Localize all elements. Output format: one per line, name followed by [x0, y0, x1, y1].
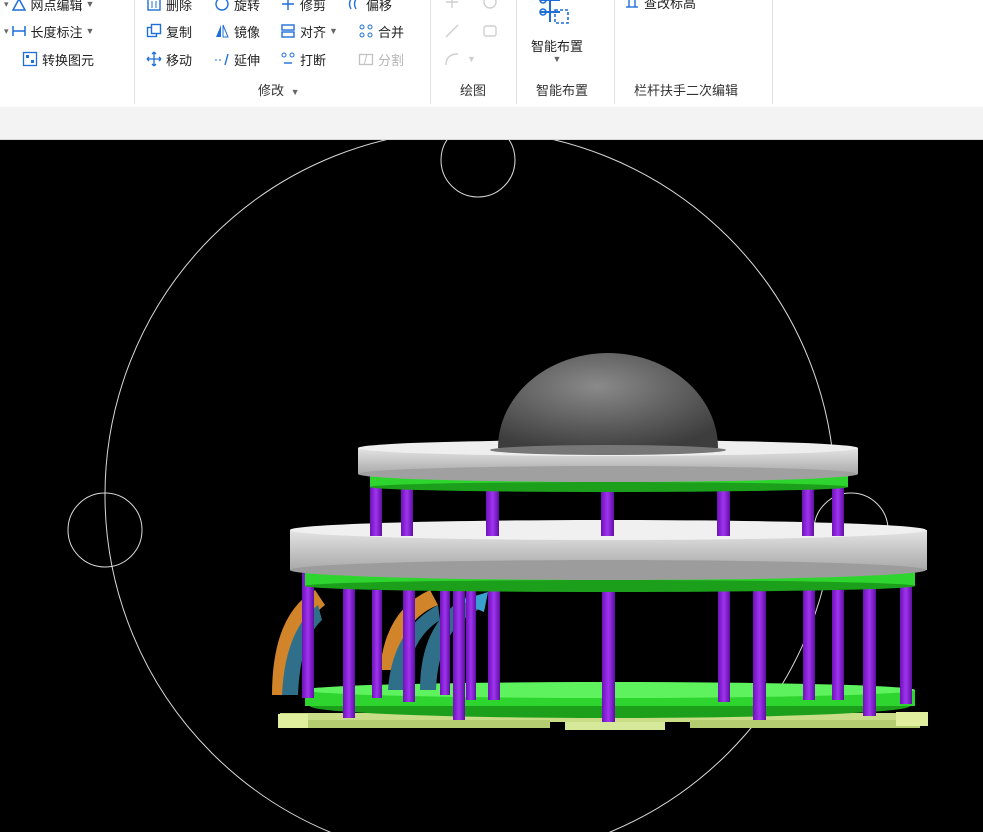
length-dimension-icon — [11, 23, 27, 39]
smart-layout-group-label: 智能布置 — [536, 83, 589, 98]
drawing-tab-strip — [0, 107, 983, 140]
group-divider — [772, 0, 773, 104]
modify-group-label[interactable]: 修改 ▼ — [258, 80, 300, 99]
offset-button[interactable]: 偏移 — [346, 0, 392, 14]
move-button[interactable]: 移动 — [146, 49, 192, 69]
group-divider — [516, 0, 517, 104]
group-divider — [430, 0, 431, 104]
align-label: 对齐 — [300, 24, 327, 40]
3d-viewport[interactable] — [0, 140, 983, 832]
break-label: 打断 — [300, 52, 327, 68]
chevron-down-icon: ▼ — [85, 26, 95, 36]
elevation-icon — [624, 0, 640, 10]
mirror-label: 镜像 — [234, 24, 261, 40]
smart-layout-button[interactable]: 智能布置 ▼ — [524, 0, 590, 70]
smart-layout-icon — [534, 0, 574, 35]
circle-icon — [482, 0, 498, 10]
merge-icon — [358, 23, 374, 39]
delete-button[interactable]: 删除 — [146, 0, 192, 14]
roof-dome — [490, 353, 726, 455]
draw-circle-button[interactable] — [482, 0, 502, 12]
orbit-handle-top[interactable] — [440, 140, 516, 198]
convert-element-button[interactable]: 转换图元 — [22, 49, 94, 69]
ribbon-toolbar: ▾ 网点编辑 ▼ ▾ 长度标注 ▼ 转换图元 删除 旋转 修剪 偏移 复制 镜像… — [0, 0, 983, 108]
railing-group-label: 栏杆扶手二次编辑 — [634, 83, 739, 98]
merge-button[interactable]: 合并 — [358, 21, 404, 41]
convert-element-icon — [22, 51, 38, 67]
split-button[interactable]: 分割 — [358, 49, 404, 69]
rotate-icon — [214, 0, 230, 12]
point-edit-label: 网点编辑 — [30, 0, 83, 13]
rectangle-icon — [482, 23, 498, 39]
extend-button[interactable]: 延伸 — [214, 49, 260, 69]
mirror-icon — [214, 23, 230, 39]
draw-point-button[interactable] — [444, 0, 464, 12]
point-edit-button[interactable]: ▾ 网点编辑 ▼ — [4, 0, 94, 14]
convert-element-label: 转换图元 — [42, 52, 95, 68]
chevron-down-icon: ▼ — [85, 0, 95, 9]
draw-arc-button[interactable]: ▼ — [444, 49, 476, 69]
group-divider — [614, 0, 615, 104]
align-button[interactable]: 对齐 ▼ — [280, 21, 338, 41]
offset-label: 偏移 — [366, 0, 393, 13]
offset-icon — [346, 0, 362, 12]
check-elevation-button[interactable]: 查改标高 — [624, 0, 696, 12]
smart-layout-label: 智能布置 — [530, 39, 583, 54]
draw-group-label: 绘图 — [460, 83, 487, 98]
delete-label: 删除 — [166, 0, 193, 13]
line-icon — [444, 23, 460, 39]
move-icon — [146, 51, 162, 67]
length-dimension-button[interactable]: ▾ 长度标注 ▼ — [4, 21, 94, 41]
merge-label: 合并 — [378, 24, 405, 40]
chevron-down-icon: ▼ — [329, 26, 338, 36]
break-icon — [280, 51, 296, 67]
point-icon — [444, 0, 460, 10]
align-icon — [280, 23, 296, 39]
chevron-down-icon: ▼ — [467, 54, 476, 64]
extend-label: 延伸 — [234, 52, 261, 68]
split-label: 分割 — [378, 52, 405, 68]
break-button[interactable]: 打断 — [280, 49, 326, 69]
split-icon — [358, 51, 374, 67]
trim-button[interactable]: 修剪 — [280, 0, 326, 14]
chevron-down-icon: ▼ — [552, 54, 562, 64]
check-elevation-label: 查改标高 — [644, 0, 697, 11]
point-edit-icon — [11, 0, 27, 12]
draw-rect-button[interactable] — [482, 21, 502, 41]
rotate-label: 旋转 — [234, 0, 261, 13]
length-dimension-label: 长度标注 — [30, 24, 83, 40]
delete-icon — [146, 0, 162, 12]
move-label: 移动 — [166, 52, 193, 68]
model-canvas[interactable] — [0, 140, 983, 832]
arc-icon — [444, 51, 460, 67]
mirror-button[interactable]: 镜像 — [214, 21, 260, 41]
draw-line-button[interactable] — [444, 21, 464, 41]
trim-icon — [280, 0, 296, 12]
group-divider — [134, 0, 135, 104]
copy-button[interactable]: 复制 — [146, 21, 192, 41]
copy-icon — [146, 23, 162, 39]
chevron-down-icon: ▼ — [290, 87, 300, 97]
trim-label: 修剪 — [300, 0, 327, 13]
modify-group-text: 修改 — [258, 83, 285, 98]
extend-icon — [214, 51, 230, 67]
copy-label: 复制 — [166, 24, 193, 40]
rotate-button[interactable]: 旋转 — [214, 0, 260, 14]
